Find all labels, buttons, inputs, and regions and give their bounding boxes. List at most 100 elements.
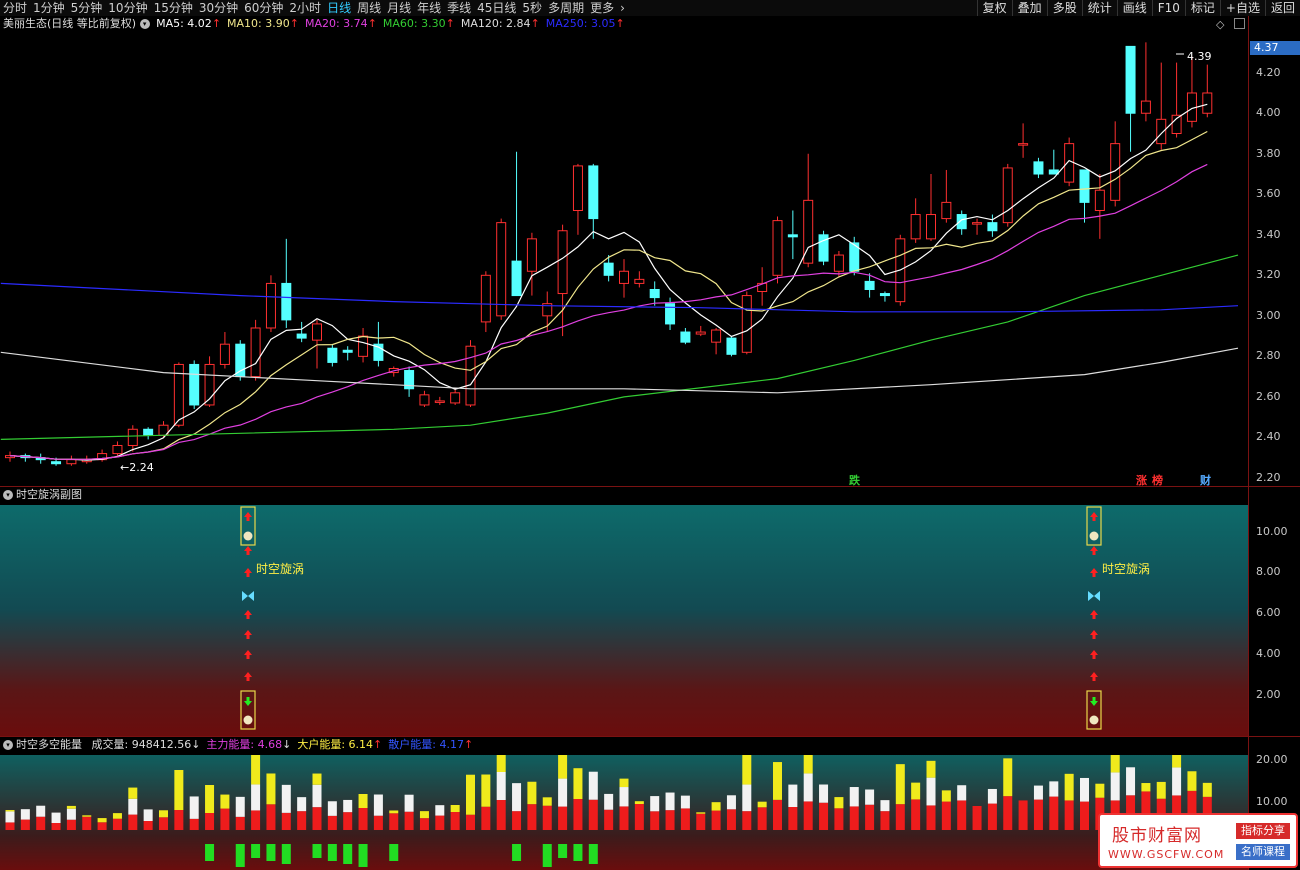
energy-bar	[51, 812, 61, 823]
energy-bar	[297, 811, 307, 830]
energy-bar	[128, 798, 138, 815]
chevron-down-icon[interactable]: ▾	[3, 490, 13, 500]
energy-bar	[987, 788, 997, 804]
energy-bar	[220, 808, 230, 830]
ma5-line	[9, 103, 1208, 461]
energy-bar	[343, 812, 353, 830]
energy-bar	[1033, 785, 1043, 800]
energy-bar	[327, 815, 337, 830]
energy-bar	[343, 844, 353, 864]
sub2-title[interactable]: 时空多空能量	[16, 738, 82, 751]
energy-bar	[987, 803, 997, 830]
candle-body	[526, 238, 537, 272]
toolbar-button-6[interactable]: 标记	[1184, 0, 1220, 16]
toolbar-button-2[interactable]: 多股	[1046, 0, 1082, 16]
period-tab-12[interactable]: 季线	[444, 0, 474, 16]
period-tab-13[interactable]: 45日线	[474, 0, 519, 16]
energy-bar	[588, 799, 598, 830]
energy-bar	[926, 760, 936, 778]
energy-bar	[558, 844, 568, 858]
period-tab-10[interactable]: 月线	[384, 0, 414, 16]
energy-bar	[343, 799, 353, 813]
toolbar-button-7[interactable]: +自选	[1219, 0, 1265, 16]
candle-body	[772, 220, 783, 276]
toolbar-button-1[interactable]: 叠加	[1011, 0, 1047, 16]
energy-bar	[1156, 781, 1166, 799]
money-bag-icon	[1089, 531, 1099, 541]
sub1-header: ▾ 时空旋涡副图	[3, 488, 82, 502]
period-tab-11[interactable]: 年线	[414, 0, 444, 16]
period-tab-7[interactable]: 2小时	[286, 0, 324, 16]
y-tick-label: 20.00	[1256, 753, 1288, 766]
candle-body	[619, 270, 629, 284]
period-tab-0[interactable]: 分时	[0, 0, 30, 16]
money-bag-icon	[243, 531, 253, 541]
toolbar-button-5[interactable]: F10	[1151, 0, 1185, 16]
period-tab-9[interactable]: 周线	[354, 0, 384, 16]
chevron-down-icon[interactable]: ▾	[3, 740, 13, 750]
candle-body	[926, 214, 936, 240]
energy-bar	[911, 782, 921, 800]
y-tick-label: 3.20	[1256, 268, 1281, 282]
candle-body	[511, 260, 522, 297]
energy-bar	[527, 804, 537, 830]
candle-body	[879, 293, 890, 297]
energy-bar	[66, 805, 76, 809]
energy-bar	[711, 810, 721, 830]
y-tick-label: 2.60	[1256, 389, 1281, 403]
period-tab-15[interactable]: 多周期	[545, 0, 587, 16]
candle-body	[1140, 100, 1151, 114]
energy-bar	[112, 813, 122, 819]
watermark-tag-course[interactable]: 名师课程	[1236, 844, 1290, 860]
candlestick-chart[interactable]	[0, 16, 1248, 486]
candle-body	[480, 274, 491, 323]
y-tick-label: 3.80	[1256, 146, 1281, 160]
energy-bar	[496, 800, 506, 830]
sub1-title[interactable]: 时空旋涡副图	[16, 488, 82, 501]
energy-bar	[266, 773, 276, 805]
energy-bar	[205, 813, 215, 830]
period-tab-16[interactable]: 更多	[587, 0, 617, 16]
energy-bar	[220, 794, 230, 809]
candle-body	[496, 222, 507, 317]
arrow-up-icon	[1090, 610, 1098, 619]
money-bag-icon	[1089, 715, 1099, 725]
watermark-tag-share[interactable]: 指标分享	[1236, 823, 1290, 839]
arrow-down-icon	[1090, 697, 1098, 706]
toolbar-button-8[interactable]: 返回	[1264, 0, 1300, 16]
period-tab-3[interactable]: 10分钟	[105, 0, 150, 16]
energy-bar	[696, 813, 706, 830]
period-tab-5[interactable]: 30分钟	[196, 0, 241, 16]
period-tab-2[interactable]: 5分钟	[68, 0, 106, 16]
energy-bar	[926, 805, 936, 830]
energy-bar	[1049, 781, 1059, 797]
energy-bar	[512, 811, 522, 830]
energy-bar	[112, 818, 122, 830]
period-tab-6[interactable]: 60分钟	[241, 0, 286, 16]
energy-bar	[389, 844, 399, 861]
toolbar-button-0[interactable]: 复权	[976, 0, 1012, 16]
energy-bar	[327, 844, 337, 861]
period-tab-1[interactable]: 1分钟	[30, 0, 68, 16]
period-tab-8[interactable]: 日线	[324, 0, 354, 16]
arrow-up-icon	[244, 546, 252, 555]
energy-bar	[235, 844, 245, 867]
period-tab-14[interactable]: 5秒	[519, 0, 545, 16]
energy-bar	[726, 809, 736, 830]
energy-bar	[1033, 799, 1043, 830]
toolbar-button-3[interactable]: 统计	[1081, 0, 1117, 16]
candle-body	[419, 394, 430, 406]
energy-legend-item: 大户能量: 6.14↑	[297, 738, 382, 751]
energy-bar	[773, 762, 782, 800]
energy-bar	[865, 789, 875, 805]
energy-bar	[680, 808, 690, 830]
energy-bar	[604, 793, 614, 810]
energy-bar	[159, 817, 168, 830]
energy-bar	[51, 823, 61, 830]
chevron-right-icon[interactable]: ›	[617, 0, 628, 16]
toolbar-button-4[interactable]: 画线	[1116, 0, 1152, 16]
energy-bar	[911, 799, 921, 830]
energy-bar	[36, 816, 46, 830]
period-tab-4[interactable]: 15分钟	[151, 0, 196, 16]
energy-bar	[819, 784, 829, 803]
